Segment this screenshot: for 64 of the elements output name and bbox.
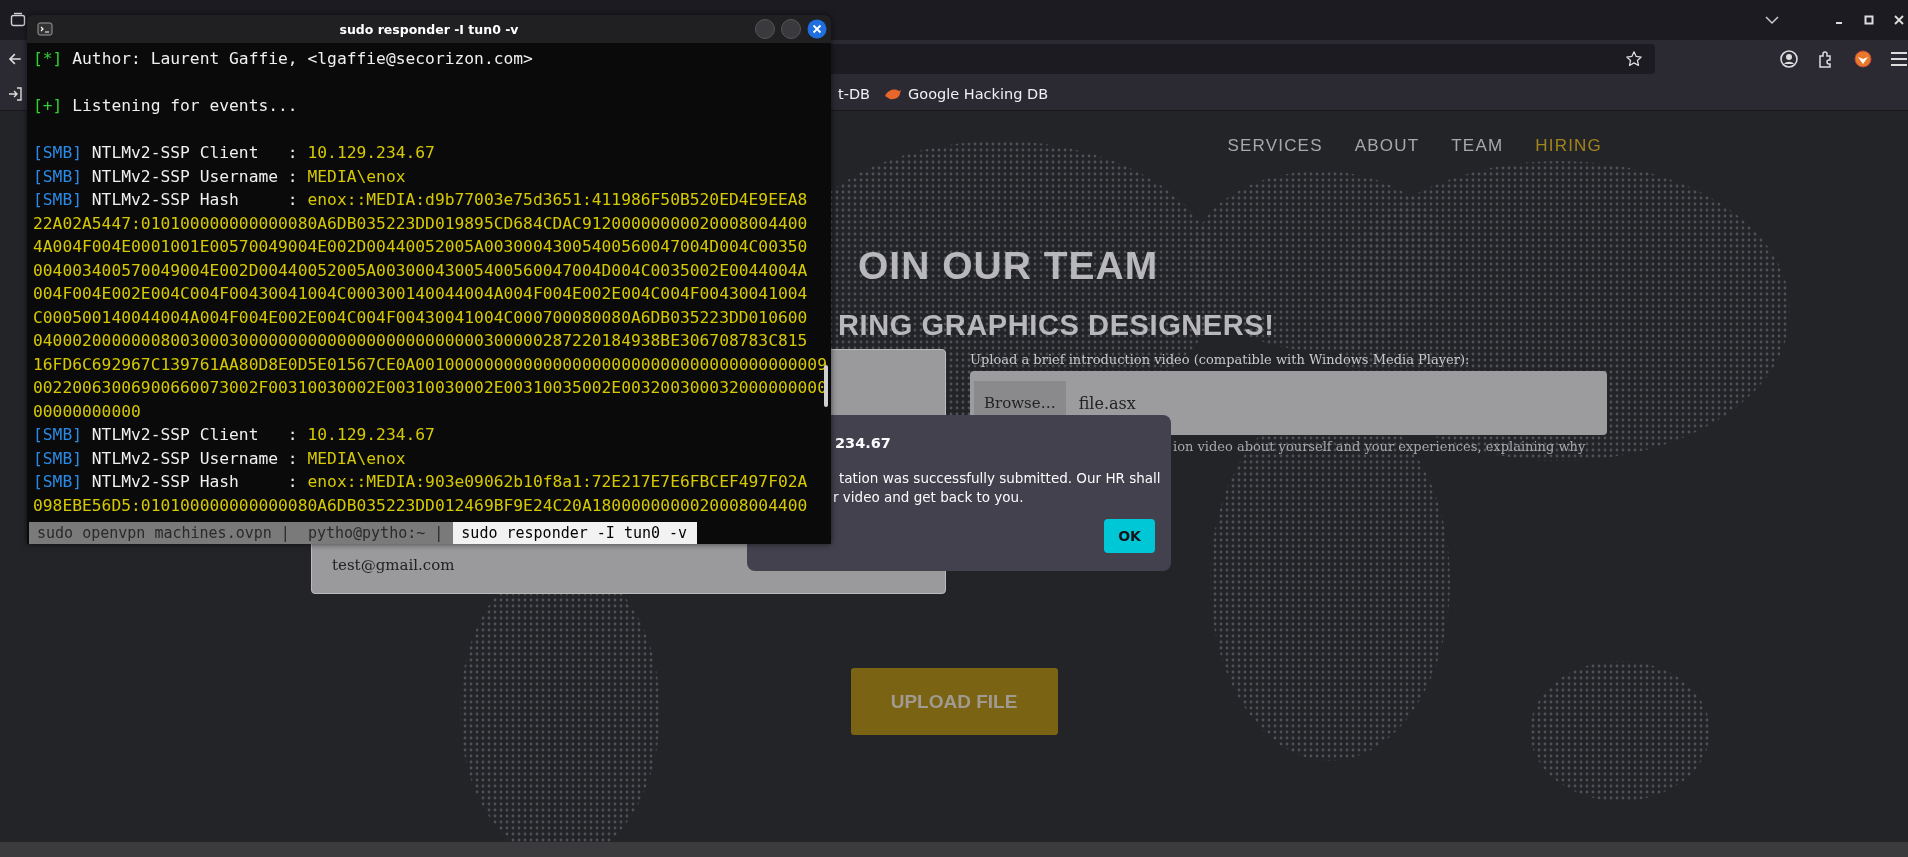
field-label: NTLMv2-SSP Client :: [91, 424, 298, 446]
hash-data: 00220063006900660073002F00310030002E00310030002E00310035002E003200300032000000000: [33, 377, 827, 399]
star-icon[interactable]: [1625, 49, 1643, 68]
field-value: 10.129.234.67: [307, 424, 435, 446]
terminal-tab[interactable]: sudo openvpn machines.ovpn |: [29, 522, 300, 544]
file-name: file.asx: [1078, 393, 1136, 413]
hash-data: 22A02A5447:010100000000000080A6DB035223DD019895CD684CDAC91200000000020008004400: [33, 212, 808, 235]
smb-tag: [SMB]: [33, 446, 82, 470]
hash-data: C000500140044004A004F004E002E004C004F00430041004C000700080080A6DB035223DD010600: [33, 306, 808, 329]
nav-link[interactable]: TEAM: [1451, 135, 1504, 157]
hash-data: 004F004E002E004C004F00430041004C000300140044004A004F004E002E004C004F00430041004: [33, 283, 808, 305]
status-tag: [+]: [33, 94, 63, 118]
ok-button[interactable]: OK: [1104, 519, 1155, 553]
nav-link[interactable]: ABOUT: [1354, 135, 1420, 157]
terminal-text: Listening for events...: [72, 95, 298, 117]
nav-link[interactable]: HIRING: [1535, 135, 1602, 157]
help-text: ion video about yourself and your experiences, explaining why: [1173, 438, 1587, 456]
terminal-text: Author: Laurent Gaffie, <lgaffie@secorizon.com>: [72, 48, 533, 70]
smb-tag: [SMB]: [33, 188, 82, 212]
smb-tag: [SMB]: [33, 141, 82, 165]
nav-link[interactable]: SERVICES: [1227, 135, 1323, 157]
status-tag: [*]: [33, 47, 63, 71]
hash-data: 4A004F004E0001001E00570049004E002D00440052005A00300043005400560047004D004C00350: [33, 236, 808, 258]
hash-data: 098EBE56D5:010100000000000080A6DB035223DD012469BF9E24C20A1800000000020008004400: [33, 494, 808, 517]
tab-list-icon[interactable]: [10, 12, 26, 28]
smb-tag: [SMB]: [33, 470, 82, 494]
upload-label: Upload a brief introduction video (compatible with Windows Media Player):: [970, 351, 1471, 369]
field-value: enox::MEDIA:d9b77003e75d3651:411986F50B520ED4E9EEA8: [307, 189, 808, 211]
bookmark-link[interactable]: Google Hacking DB: [884, 85, 1049, 102]
field-label: NTLMv2-SSP Client :: [91, 142, 298, 164]
hash-data: 004003400570049004E002D00440052005A00300043005400560047004D004C0035002E0044004A: [33, 259, 808, 282]
smb-tag: [SMB]: [33, 164, 82, 188]
field-label: NTLMv2-SSP Hash :: [91, 471, 298, 493]
scrollbar-thumb[interactable]: [824, 365, 828, 407]
terminal-tab[interactable]: sudo responder -I tun0 -v: [453, 522, 698, 544]
field-label: NTLMv2-SSP Username :: [91, 165, 298, 188]
maximize-icon[interactable]: [1864, 15, 1874, 25]
account-icon[interactable]: [1779, 48, 1799, 69]
field-label: NTLMv2-SSP Hash :: [91, 189, 298, 211]
menu-icon[interactable]: [1890, 50, 1908, 67]
field-label: NTLMv2-SSP Username :: [91, 447, 298, 470]
field-value: 10.129.234.67: [307, 142, 435, 164]
window-title: sudo responder -I tun0 -v: [339, 21, 519, 37]
import-icon[interactable]: [8, 86, 22, 101]
hash-data: 00000000000: [33, 400, 141, 423]
close-icon[interactable]: [1894, 15, 1904, 25]
field-value: enox::MEDIA:903e09062b10f8a1:72E217E7E6FBCEF497F02A: [307, 471, 808, 493]
page-heading: OIN OUR TEAM: [858, 243, 1160, 289]
back-arrow-icon[interactable]: [8, 51, 22, 66]
field-value: MEDIA\enox: [307, 165, 406, 188]
dialog-origin: 234.67: [835, 435, 891, 451]
smb-tag: [SMB]: [33, 423, 82, 447]
field-value: MEDIA\enox: [307, 447, 406, 470]
hash-data: 0400020000000800300030000000000000000000000000300000287220184938BE306708783C815: [33, 330, 808, 352]
terminal-icon: [37, 21, 53, 37]
page-subheading: RING GRAPHICS DESIGNERS!: [838, 308, 1276, 343]
hash-data: 16FD6C692967C139761AA80D8E0D5E01567CE0A001000000000000000000000000000000000000009: [33, 353, 827, 376]
dialog-message: r video and get back to you.: [833, 488, 1024, 507]
dialog-message: tation was successfully submitted. Our HR shall: [839, 469, 1161, 488]
close-button[interactable]: [807, 19, 827, 39]
terminal-tab[interactable]: pytho@pytho:~ |: [299, 522, 454, 544]
chevron-down-icon[interactable]: [1764, 15, 1780, 25]
bookmark-link[interactable]: t-DB: [838, 85, 871, 102]
file-input[interactable]: Browse… file.asx: [970, 371, 1607, 435]
